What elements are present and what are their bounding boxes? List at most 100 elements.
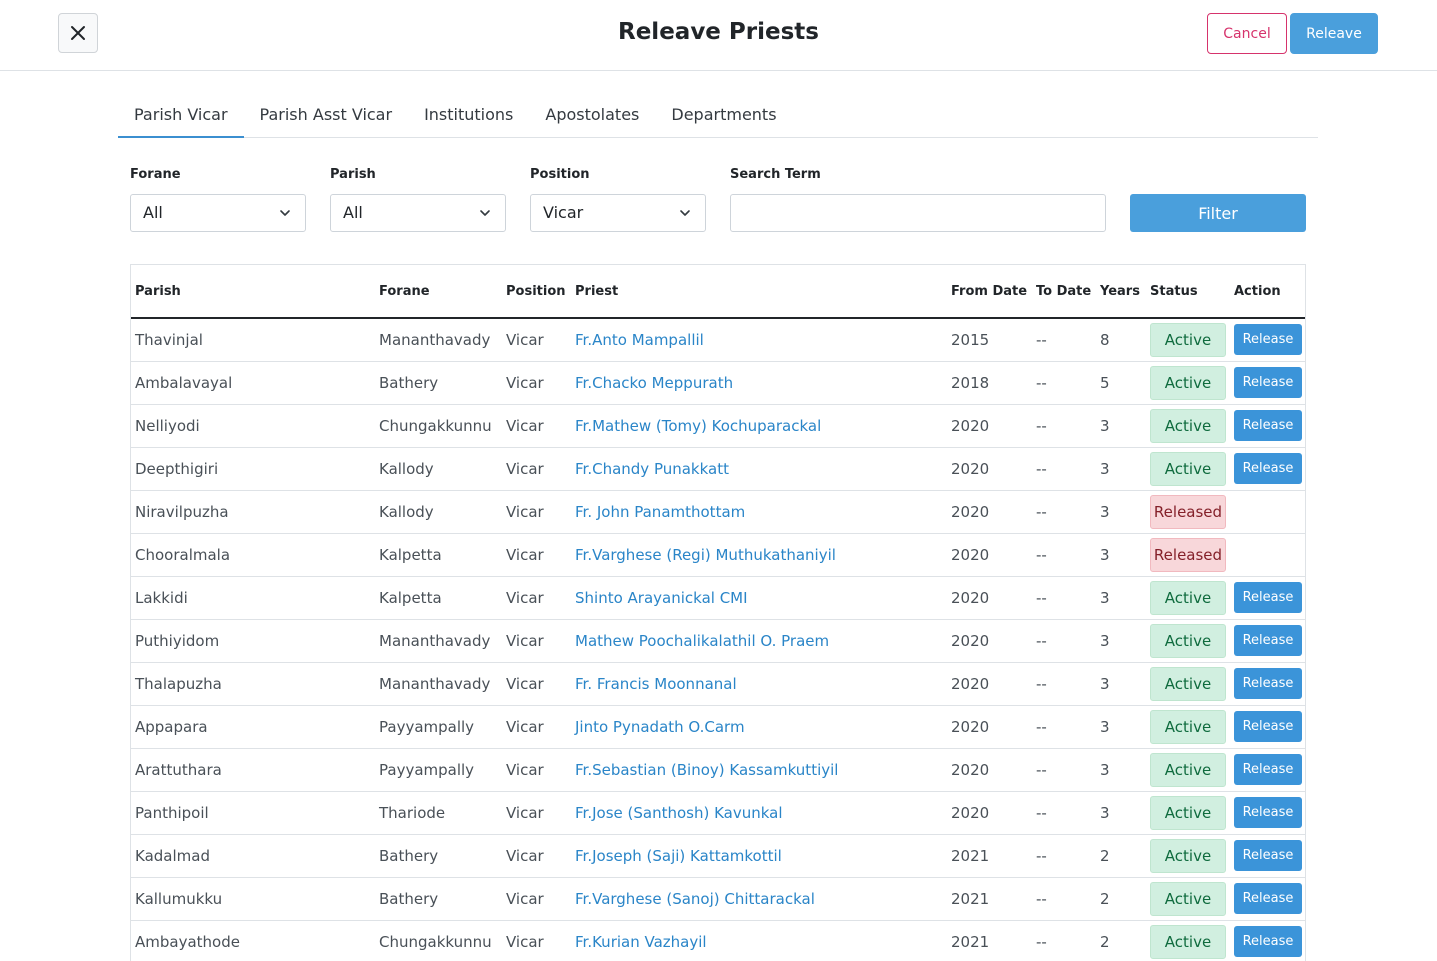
forane-cell: Mananthavady	[375, 662, 502, 706]
parish-cell: Ambalavayal	[131, 361, 375, 405]
status-badge: Active	[1150, 752, 1226, 787]
forane-cell: Thariode	[375, 791, 502, 835]
parish-cell: Kallumukku	[131, 877, 375, 921]
forane-cell: Kalpetta	[375, 533, 502, 577]
release-button[interactable]: Release	[1234, 926, 1302, 957]
parish-select[interactable]: All	[330, 194, 506, 232]
position-select[interactable]: Vicar	[530, 194, 706, 232]
to-date-cell: --	[1032, 662, 1096, 706]
tab-apostolates[interactable]: Apostolates	[529, 96, 655, 138]
search-input[interactable]	[730, 194, 1106, 232]
priest-link[interactable]: Fr.Chacko Meppurath	[571, 361, 947, 405]
release-button[interactable]: Release	[1234, 367, 1302, 398]
parish-cell: Thalapuzha	[131, 662, 375, 706]
parish-label: Parish	[330, 167, 376, 182]
priest-link[interactable]: Fr.Anto Mampallil	[571, 318, 947, 362]
years-cell: 3	[1096, 490, 1146, 534]
forane-cell: Mananthavady	[375, 619, 502, 663]
col-years: Years	[1096, 265, 1146, 319]
table-row: Arattuthara Payyampally Vicar Fr.Sebastian …	[131, 748, 1305, 792]
priest-link[interactable]: Fr.Varghese (Regi) Muthukathaniyil	[571, 533, 947, 577]
tab-institutions[interactable]: Institutions	[408, 96, 529, 138]
release-button[interactable]: Release	[1234, 797, 1302, 828]
status-cell: Active	[1146, 662, 1230, 706]
from-date-cell: 2021	[947, 920, 1032, 961]
action-cell: Release	[1230, 705, 1305, 749]
position-cell: Vicar	[502, 533, 571, 577]
release-button[interactable]: Release	[1234, 324, 1302, 356]
filter-button[interactable]: Filter	[1130, 194, 1306, 232]
forane-cell: Kallody	[375, 447, 502, 491]
to-date-cell: --	[1032, 490, 1096, 534]
priest-link[interactable]: Fr.Joseph (Saji) Kattamkottil	[571, 834, 947, 878]
col-status: Status	[1146, 265, 1230, 319]
status-badge: Active	[1150, 580, 1226, 615]
years-cell: 3	[1096, 619, 1146, 663]
status-badge: Active	[1150, 881, 1226, 916]
position-cell: Vicar	[502, 920, 571, 961]
position-cell: Vicar	[502, 576, 571, 620]
position-cell: Vicar	[502, 619, 571, 663]
priest-link[interactable]: Fr. John Panamthottam	[571, 490, 947, 534]
status-badge: Active	[1150, 451, 1226, 486]
forane-label: Forane	[130, 167, 181, 182]
tab-parish-asst-vicar[interactable]: Parish Asst Vicar	[244, 96, 409, 138]
release-button[interactable]: Release	[1234, 711, 1302, 742]
release-button[interactable]: Release	[1234, 668, 1302, 699]
table-row: Puthiyidom Mananthavady Vicar Mathew Poocha…	[131, 619, 1305, 663]
table-row: Panthipoil Thariode Vicar Fr.Jose (Santhosh…	[131, 791, 1305, 835]
forane-cell: Payyampally	[375, 748, 502, 792]
status-badge: Active	[1150, 408, 1226, 443]
release-button[interactable]: Release	[1234, 453, 1302, 484]
parish-cell: Kadalmad	[131, 834, 375, 878]
releave-button[interactable]: Releave	[1290, 13, 1378, 54]
priest-link[interactable]: Fr.Kurian Vazhayil	[571, 920, 947, 961]
status-badge: Active	[1150, 924, 1226, 959]
years-cell: 8	[1096, 318, 1146, 362]
years-cell: 2	[1096, 834, 1146, 878]
priest-link[interactable]: Fr.Jose (Santhosh) Kavunkal	[571, 791, 947, 835]
priest-link[interactable]: Fr.Sebastian (Binoy) Kassamkuttiyil	[571, 748, 947, 792]
priest-link[interactable]: Fr.Mathew (Tomy) Kochuparackal	[571, 404, 947, 448]
years-cell: 2	[1096, 877, 1146, 921]
status-badge: Active	[1150, 709, 1226, 744]
priest-link[interactable]: Jinto Pynadath O.Carm	[571, 705, 947, 749]
status-cell: Active	[1146, 361, 1230, 405]
position-cell: Vicar	[502, 748, 571, 792]
to-date-cell: --	[1032, 619, 1096, 663]
col-action: Action	[1230, 265, 1305, 319]
priest-link[interactable]: Fr. Francis Moonnanal	[571, 662, 947, 706]
release-button[interactable]: Release	[1234, 410, 1302, 441]
search-term-label: Search Term	[730, 167, 821, 182]
release-button[interactable]: Release	[1234, 582, 1302, 613]
years-cell: 3	[1096, 404, 1146, 448]
release-button[interactable]: Release	[1234, 754, 1302, 785]
from-date-cell: 2020	[947, 404, 1032, 448]
cancel-button[interactable]: Cancel	[1207, 13, 1287, 54]
position-cell: Vicar	[502, 705, 571, 749]
release-button[interactable]: Release	[1234, 840, 1302, 871]
status-cell: Active	[1146, 705, 1230, 749]
forane-select[interactable]: All	[130, 194, 306, 232]
to-date-cell: --	[1032, 877, 1096, 921]
priest-link[interactable]: Shinto Arayanickal CMI	[571, 576, 947, 620]
forane-cell: Mananthavady	[375, 318, 502, 362]
table-header-row: Parish Forane Position Priest From Date …	[131, 265, 1305, 319]
status-cell: Active	[1146, 404, 1230, 448]
status-cell: Released	[1146, 533, 1230, 577]
from-date-cell: 2020	[947, 662, 1032, 706]
priest-link[interactable]: Mathew Poochalikalathil O. Praem	[571, 619, 947, 663]
parish-cell: Nelliyodi	[131, 404, 375, 448]
tab-departments[interactable]: Departments	[655, 96, 792, 138]
status-badge: Active	[1150, 838, 1226, 873]
years-cell: 3	[1096, 576, 1146, 620]
action-cell: Release	[1230, 791, 1305, 835]
action-cell: Release	[1230, 447, 1305, 491]
tab-parish-vicar[interactable]: Parish Vicar	[118, 96, 244, 138]
col-forane: Forane	[375, 265, 502, 319]
release-button[interactable]: Release	[1234, 883, 1302, 914]
priest-link[interactable]: Fr.Chandy Punakkatt	[571, 447, 947, 491]
release-button[interactable]: Release	[1234, 625, 1302, 656]
priest-link[interactable]: Fr.Varghese (Sanoj) Chittarackal	[571, 877, 947, 921]
action-cell: Release	[1230, 748, 1305, 792]
